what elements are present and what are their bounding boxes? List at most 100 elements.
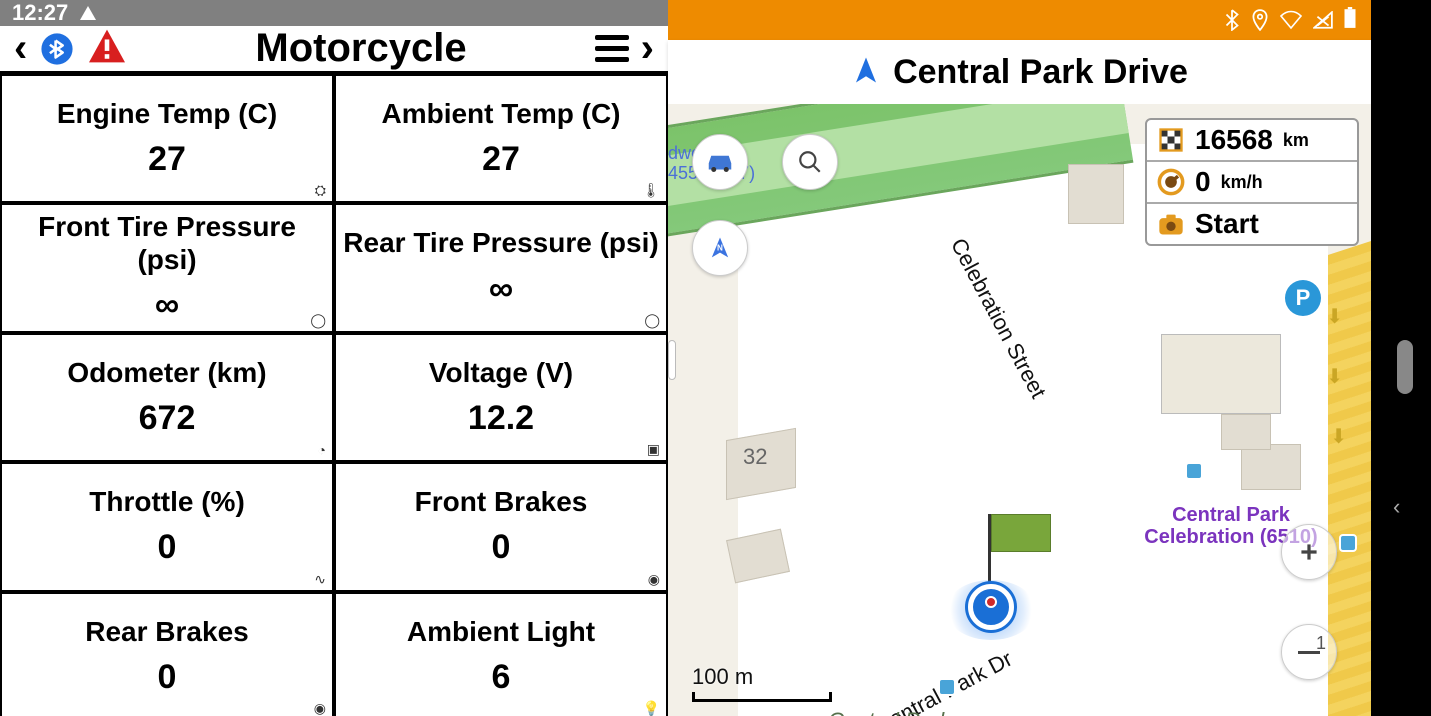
speedometer-icon (1157, 168, 1185, 196)
warning-icon[interactable] (87, 28, 127, 69)
park-label: Central Park (828, 708, 950, 716)
cell-rear-brakes[interactable]: Rear Brakes 0 ◉ (0, 592, 334, 716)
bulb-icon: 💡 (643, 700, 660, 716)
zoom-level: 1 (1316, 633, 1326, 654)
next-button[interactable]: › (641, 26, 654, 71)
battery-icon (1343, 7, 1357, 34)
wifi-icon (1279, 10, 1303, 30)
scale-label: 100 m (692, 664, 753, 690)
cell-front-tire[interactable]: Front Tire Pressure (psi) ∞ ◯ (0, 203, 334, 332)
cell-ambient-temp[interactable]: Ambient Temp (C) 27 🌡 (334, 74, 668, 203)
distance-card[interactable]: 16568 km (1147, 120, 1357, 162)
bus-stop-icon[interactable] (1185, 462, 1203, 480)
scale-bar (692, 692, 832, 702)
speed-value: 0 (1195, 166, 1211, 198)
svg-text:N: N (717, 243, 723, 252)
nav-arrow-icon (851, 55, 881, 90)
cell-value: 0 (158, 658, 177, 697)
cell-rear-tire[interactable]: Rear Tire Pressure (psi) ∞ ◯ (334, 203, 668, 332)
map-panel: Central Park Drive ⬇ ⬇ ⬇ dwell / 455 (14… (668, 0, 1371, 716)
cell-label: Engine Temp (C) (57, 98, 277, 130)
bluetooth-icon (1223, 9, 1241, 31)
zoom-in-button[interactable] (1281, 524, 1337, 580)
cell-engine-temp[interactable]: Engine Temp (C) 27 ⛭ (0, 74, 334, 203)
menu-button[interactable] (595, 35, 629, 62)
diagnostics-panel: 12:27 ‹ Motorcycle › Engine Temp (C) 27 … (0, 0, 668, 716)
cell-value: ∞ (155, 286, 179, 325)
start-trip-button[interactable]: Start (1147, 204, 1357, 244)
battery-icon: ▣ (647, 441, 660, 458)
cell-throttle[interactable]: Throttle (%) 0 ∿ (0, 462, 334, 591)
brake-disc-icon: ◉ (314, 700, 326, 716)
map-title-bar: Central Park Drive (668, 40, 1371, 104)
speed-unit: km/h (1221, 172, 1263, 193)
clock: 12:27 (12, 0, 68, 26)
bluetooth-icon[interactable] (39, 31, 75, 67)
cell-front-brakes[interactable]: Front Brakes 0 ◉ (334, 462, 668, 591)
cell-value: 0 (492, 528, 511, 567)
cell-odometer[interactable]: Odometer (km) 672 ◔ (0, 333, 334, 462)
checkered-flag-icon (1157, 126, 1185, 154)
system-nav-bar: ‹ (1371, 0, 1431, 716)
cell-label: Voltage (V) (429, 357, 573, 389)
signal-icon (1313, 11, 1333, 29)
cell-value: 0 (158, 528, 177, 567)
cell-label: Ambient Temp (C) (381, 98, 620, 130)
compass-button[interactable]: N (692, 220, 748, 276)
prev-button[interactable]: ‹ (14, 26, 27, 71)
status-bar-left: 12:27 (0, 0, 668, 26)
cell-value: 672 (139, 399, 196, 438)
tire-icon: ◯ (644, 312, 660, 329)
status-bar-right (668, 0, 1371, 40)
vehicle-button[interactable] (692, 134, 748, 190)
map-title: Central Park Drive (893, 53, 1188, 92)
bus-stop-icon[interactable] (938, 678, 956, 696)
cell-value: 27 (482, 140, 520, 179)
nav-arrow-icon (80, 6, 96, 20)
oneway-arrow-icon: ⬇ (1326, 304, 1343, 329)
cell-voltage[interactable]: Voltage (V) 12.2 ▣ (334, 333, 668, 462)
map-scale: 100 m (692, 664, 832, 702)
parking-icon[interactable]: P (1285, 280, 1321, 316)
trip-info-cards: 16568 km 0 km/h Start (1145, 118, 1359, 246)
oneway-arrow-icon: ⬇ (1330, 424, 1347, 449)
map-building (1221, 414, 1271, 450)
zoom-out-button[interactable]: 1 (1281, 624, 1337, 680)
map-building (1241, 444, 1301, 490)
map-canvas[interactable]: ⬇ ⬇ ⬇ dwell / 455 (1457) Celebration Str… (668, 104, 1371, 716)
nav-pill[interactable] (1397, 340, 1413, 394)
location-icon (1251, 9, 1269, 31)
cell-value: ∞ (489, 270, 513, 309)
pulse-icon: ∿ (314, 571, 326, 588)
cell-label: Front Brakes (415, 486, 588, 518)
gauge-icon: ◔ (318, 442, 326, 458)
cell-label: Ambient Light (407, 616, 595, 648)
bus-stop-icon[interactable] (1339, 534, 1357, 552)
cell-label: Throttle (%) (89, 486, 245, 518)
diagnostics-header: ‹ Motorcycle › (0, 26, 668, 74)
cell-label: Front Tire Pressure (psi) (6, 211, 328, 275)
camera-icon (1157, 210, 1185, 238)
distance-unit: km (1283, 130, 1309, 151)
back-button[interactable]: ‹ (1393, 494, 1400, 520)
house-number: 32 (743, 444, 767, 470)
cell-label: Rear Tire Pressure (psi) (343, 227, 658, 259)
cell-label: Odometer (km) (67, 357, 266, 389)
search-button[interactable] (782, 134, 838, 190)
thermometer-icon: 🌡 (642, 182, 660, 199)
start-label: Start (1195, 208, 1259, 240)
split-drag-handle[interactable] (668, 340, 676, 380)
cell-label: Rear Brakes (85, 616, 248, 648)
map-building (1068, 164, 1124, 224)
map-building (1161, 334, 1281, 414)
engine-icon: ⛭ (315, 182, 326, 199)
cell-value: 27 (148, 140, 186, 179)
tire-icon: ◯ (310, 312, 326, 329)
cell-value: 12.2 (468, 399, 534, 438)
cell-ambient-light[interactable]: Ambient Light 6 💡 (334, 592, 668, 716)
cell-value: 6 (492, 658, 511, 697)
diagnostics-grid: Engine Temp (C) 27 ⛭ Ambient Temp (C) 27… (0, 74, 668, 716)
distance-value: 16568 (1195, 124, 1273, 156)
page-title: Motorcycle (139, 26, 582, 71)
speed-card[interactable]: 0 km/h (1147, 162, 1357, 204)
